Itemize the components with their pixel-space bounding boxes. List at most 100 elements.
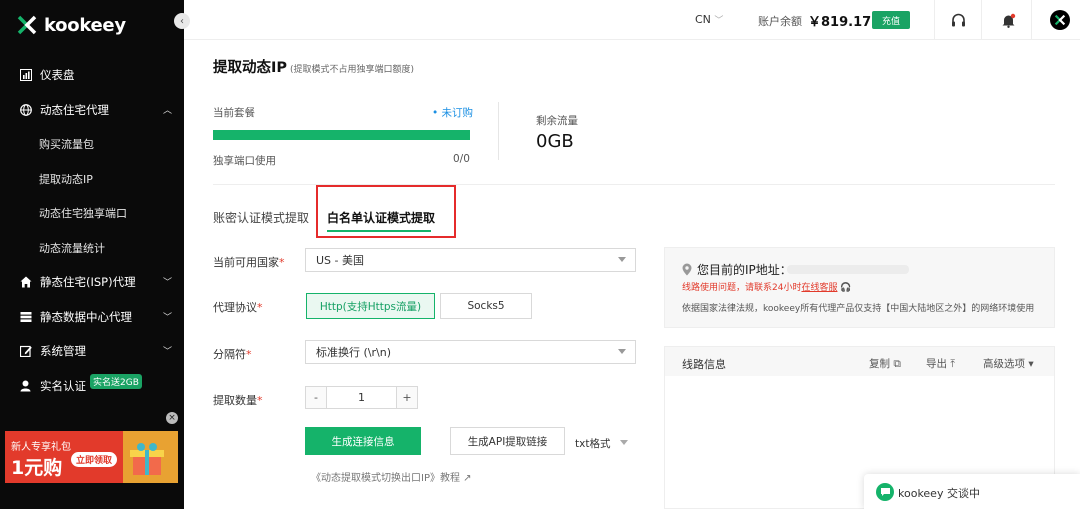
divider	[1031, 0, 1032, 40]
protocol-label: 代理协议*	[213, 301, 263, 314]
generate-api-link-button[interactable]: 生成API提取链接	[450, 427, 565, 455]
sidebar-item-label: 静态住宅(ISP)代理	[40, 275, 136, 289]
separator-select[interactable]: 标准换行 (\r\n)	[305, 340, 636, 364]
sidebar: kookeey 仪表盘 动态住宅代理 ︿ 购买流量包 提取动态IP 动态住宅独享…	[0, 0, 184, 509]
decrement-button[interactable]: -	[306, 387, 326, 408]
edit-icon	[19, 345, 32, 358]
ip-warning: 线路使用问题，请联系24小时在线客服 🎧	[682, 280, 852, 293]
advanced-label: 高级选项	[983, 358, 1025, 370]
sidebar-subitem-dedicated-port[interactable]: 动态住宅独享端口	[0, 198, 184, 228]
increment-button[interactable]: +	[397, 387, 417, 408]
page-title-text: 提取动态IP	[213, 60, 288, 76]
sidebar-item-dynamic-residential[interactable]: 动态住宅代理 ︿	[0, 95, 184, 125]
chevron-down-icon: ﹀	[162, 347, 172, 357]
sidebar-item-dashboard[interactable]: 仪表盘	[0, 60, 184, 90]
recharge-button[interactable]: 充值	[872, 11, 910, 29]
page-title: 提取动态IP (提取模式不占用独享端口额度)	[213, 56, 414, 77]
protocol-http-button[interactable]: Http(支持Https流量)	[306, 293, 435, 319]
promo-banner[interactable]: 新人专享礼包 1元购 立即领取	[5, 431, 178, 483]
tutorial-text: 《动态提取模式切换出口IP》教程	[311, 473, 460, 484]
globe-icon	[19, 104, 32, 117]
ip-title-text: 您目前的IP地址：	[697, 263, 792, 277]
sidebar-item-system-settings[interactable]: 系统管理 ﹀	[0, 336, 184, 366]
page-subtitle: (提取模式不占用独享端口额度)	[290, 65, 415, 75]
top-bar: CN ﹀ 账户余额 ￥819.17 充值	[184, 0, 1080, 40]
sidebar-item-static-datacenter[interactable]: 静态数据中心代理 ﹀	[0, 302, 184, 332]
ip-title: 您目前的IP地址：	[682, 261, 792, 278]
sidebar-item-label: 动态流量统计	[39, 242, 105, 255]
plan-status[interactable]: • 未订购	[432, 105, 473, 120]
caret-down-icon: ▾	[1028, 358, 1034, 370]
bonus-badge: 实名送2GB	[90, 373, 142, 389]
language-select[interactable]: CN ﹀	[695, 13, 723, 26]
bell-icon[interactable]	[1000, 12, 1016, 28]
gift-box-icon	[130, 443, 164, 475]
tutorial-link[interactable]: 《动态提取模式切换出口IP》教程 ↗	[311, 469, 472, 484]
sidebar-subitem-extract-ip[interactable]: 提取动态IP	[0, 164, 184, 194]
promo-close-icon[interactable]: ×	[166, 412, 178, 424]
headset-icon[interactable]	[950, 12, 966, 28]
online-support-link[interactable]: 在线客服	[801, 283, 837, 293]
plan-progress-bar	[213, 130, 470, 140]
legal-note: 依据国家法律法规，kookeey所有代理产品仅支持【中国大陆地区之外】的网络环境…	[682, 304, 1035, 314]
copy-label: 复制	[869, 358, 890, 370]
sidebar-item-label: 静态数据中心代理	[40, 310, 132, 324]
format-select[interactable]: txt格式	[575, 436, 610, 451]
chevron-down-icon: ﹀	[714, 16, 724, 26]
ip-warning-text: 线路使用问题，请联系24小时	[682, 283, 802, 293]
divider	[498, 102, 499, 160]
sidebar-subitem-buy-traffic[interactable]: 购买流量包	[0, 129, 184, 159]
caret-down-icon	[618, 349, 626, 354]
export-button[interactable]: 导出 ⤒	[926, 356, 955, 371]
separator-label-text: 分隔符	[213, 348, 246, 361]
chat-bubble-icon	[876, 483, 894, 501]
sidebar-item-label: 实名认证	[40, 379, 86, 393]
caret-down-icon	[620, 440, 628, 445]
tab-password-auth[interactable]: 账密认证模式提取	[213, 209, 309, 226]
logo-text: kookeey	[44, 14, 126, 36]
sidebar-collapse-button[interactable]: ‹	[174, 13, 190, 29]
remaining-traffic-label: 剩余流量	[536, 115, 578, 127]
balance-label: 账户余额	[758, 15, 802, 28]
sidebar-item-verification[interactable]: 实名认证 实名送2GB	[0, 371, 184, 401]
quantity-input[interactable]: 1	[326, 387, 397, 408]
sidebar-item-static-isp[interactable]: 静态住宅(ISP)代理 ﹀	[0, 267, 184, 297]
home-icon	[19, 276, 32, 289]
promo-price: 1元购	[11, 457, 63, 479]
country-label-text: 当前可用国家	[213, 256, 279, 269]
remaining-traffic-value: 0GB	[536, 131, 574, 152]
plan-progress-fill	[213, 130, 470, 140]
location-pin-icon	[682, 263, 692, 276]
chat-widget[interactable]: kookeey 交谈中	[864, 474, 1080, 509]
generate-connection-button[interactable]: 生成连接信息	[305, 427, 421, 455]
server-icon	[19, 311, 32, 324]
protocol-socks5-button[interactable]: Socks5	[440, 293, 532, 319]
export-label: 导出	[926, 358, 947, 370]
country-label: 当前可用国家*	[213, 256, 285, 269]
copy-button[interactable]: 复制 ⧉	[869, 356, 901, 371]
plan-label: 当前套餐	[213, 107, 255, 119]
copy-icon: ⧉	[893, 358, 901, 370]
sidebar-item-label: 系统管理	[40, 344, 86, 358]
chevron-down-icon: ﹀	[162, 278, 172, 288]
protocol-label-text: 代理协议	[213, 301, 257, 314]
promo-claim-button[interactable]: 立即领取	[71, 452, 118, 467]
divider	[934, 0, 935, 40]
country-value: US - 美国	[316, 254, 364, 267]
quantity-label: 提取数量*	[213, 394, 263, 407]
quantity-stepper: - 1 +	[305, 386, 418, 409]
route-info-header: 线路信息 复制 ⧉ 导出 ⤒ 高级选项 ▾	[665, 347, 1054, 376]
ip-address-redacted	[787, 265, 909, 274]
avatar[interactable]	[1050, 10, 1070, 30]
sidebar-subitem-traffic-stats[interactable]: 动态流量统计	[0, 233, 184, 263]
chevron-up-icon: ︿	[162, 106, 172, 116]
route-info-title: 线路信息	[682, 358, 726, 371]
country-select[interactable]: US - 美国	[305, 248, 636, 272]
upload-icon: ⤒	[950, 358, 955, 370]
highlight-box	[316, 185, 456, 238]
port-usage-label: 独享端口使用	[213, 155, 276, 167]
promo-title: 新人专享礼包	[11, 442, 71, 453]
advanced-options-button[interactable]: 高级选项 ▾	[983, 356, 1034, 371]
current-ip-panel: 您目前的IP地址： 线路使用问题，请联系24小时在线客服 🎧 依据国家法律法规，…	[664, 247, 1055, 328]
logo[interactable]: kookeey	[16, 14, 126, 36]
